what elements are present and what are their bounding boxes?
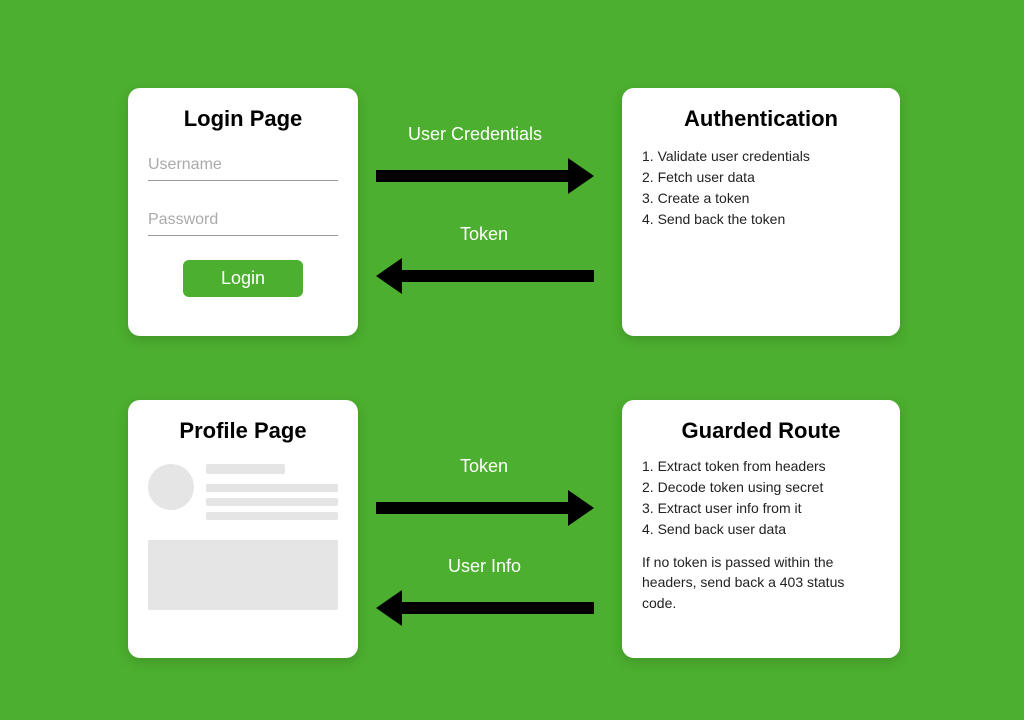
auth-step: Send back the token: [642, 209, 880, 230]
guarded-steps: Extract token from headers Decode token …: [642, 456, 880, 540]
profile-skeleton-header: [148, 464, 338, 526]
avatar-placeholder: [148, 464, 194, 510]
arrow-shaft: [402, 270, 594, 282]
content-placeholder: [148, 540, 338, 610]
guarded-note: If no token is passed within the headers…: [642, 552, 880, 613]
guarded-step: Decode token using secret: [642, 477, 880, 498]
arrow-label-user-credentials: User Credentials: [408, 124, 542, 145]
arrow-shaft: [376, 170, 568, 182]
text-placeholder-group: [206, 464, 338, 526]
text-placeholder: [206, 464, 285, 474]
authentication-card: Authentication Validate user credentials…: [622, 88, 900, 336]
arrow-shaft: [402, 602, 594, 614]
text-placeholder: [206, 512, 338, 520]
arrow-token-back: [376, 258, 594, 294]
auth-step: Fetch user data: [642, 167, 880, 188]
arrow-right-icon: [568, 490, 594, 526]
arrow-left-icon: [376, 590, 402, 626]
arrow-label-token-2: Token: [460, 456, 508, 477]
login-page-card: Login Page Username Password Login: [128, 88, 358, 336]
login-title: Login Page: [148, 106, 338, 132]
guarded-step: Extract token from headers: [642, 456, 880, 477]
guarded-step: Extract user info from it: [642, 498, 880, 519]
arrow-user-info: [376, 590, 594, 626]
guarded-title: Guarded Route: [642, 418, 880, 444]
guarded-step: Send back user data: [642, 519, 880, 540]
auth-title: Authentication: [642, 106, 880, 132]
auth-steps: Validate user credentials Fetch user dat…: [642, 146, 880, 230]
text-placeholder: [206, 498, 338, 506]
username-field: Username: [148, 150, 338, 181]
profile-title: Profile Page: [148, 418, 338, 444]
arrow-left-icon: [376, 258, 402, 294]
guarded-route-card: Guarded Route Extract token from headers…: [622, 400, 900, 658]
arrow-label-user-info: User Info: [448, 556, 521, 577]
auth-step: Create a token: [642, 188, 880, 209]
profile-page-card: Profile Page: [128, 400, 358, 658]
arrow-user-credentials: [376, 158, 594, 194]
text-placeholder: [206, 484, 338, 492]
password-field: Password: [148, 205, 338, 236]
arrow-shaft: [376, 502, 568, 514]
login-button: Login: [183, 260, 303, 297]
auth-step: Validate user credentials: [642, 146, 880, 167]
arrow-right-icon: [568, 158, 594, 194]
arrow-token-send: [376, 490, 594, 526]
arrow-label-token: Token: [460, 224, 508, 245]
